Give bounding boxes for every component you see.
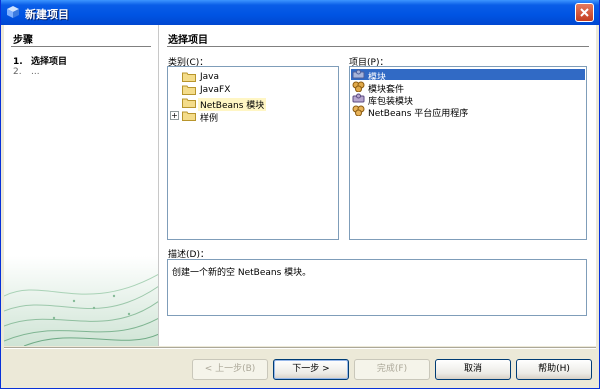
step-number: 2.: [13, 67, 22, 77]
page-title: 选择项目: [168, 35, 208, 46]
folder-icon: [182, 98, 196, 108]
cancel-button[interactable]: 取消: [435, 359, 511, 380]
steps-divider: [11, 46, 151, 47]
dialog-content: 步骤 1. 选择项目 2.... 选择项目 类别(C)： Java JavaFX…: [4, 25, 596, 346]
back-button[interactable]: < 上一步(B): [192, 359, 268, 380]
decorative-wave-art: [4, 256, 158, 346]
tree-node-label: JavaFX: [200, 85, 231, 95]
new-project-dialog: 新建项目 步骤 1. 选择项目 2.... 选择项目 类别(C)： Java J…: [0, 0, 600, 389]
close-icon: [580, 8, 589, 17]
list-item-platform-app[interactable]: NetBeans 平台应用程序: [350, 105, 586, 119]
next-button[interactable]: 下一步 >: [273, 359, 349, 380]
tree-node-javafx[interactable]: JavaFX: [168, 84, 338, 96]
categories-tree[interactable]: Java JavaFX NetBeans 模块 + 样例: [167, 66, 339, 240]
folder-icon: [182, 111, 196, 121]
description-box[interactable]: 创建一个新的空 NetBeans 模块。: [167, 259, 587, 316]
expand-plus-icon[interactable]: +: [170, 111, 179, 120]
list-item-module-suite[interactable]: 模块套件: [350, 81, 586, 95]
list-item-label: NetBeans 平台应用程序: [368, 109, 469, 119]
folder-icon: [182, 85, 196, 95]
title-bar[interactable]: 新建项目: [1, 0, 599, 25]
step-item: 2....: [13, 67, 40, 77]
footer-divider: [4, 347, 596, 349]
step-item: 1. 选择项目: [13, 54, 67, 67]
step-label: ...: [31, 67, 40, 77]
tree-node-netbeans-modules[interactable]: NetBeans 模块: [168, 97, 338, 111]
steps-heading: 步骤: [13, 35, 33, 46]
tree-node-java[interactable]: Java: [168, 71, 338, 83]
library-module-icon: [352, 93, 365, 103]
platform-app-icon: [352, 105, 365, 116]
tree-node-label: 样例: [200, 114, 219, 124]
step-number: 1.: [13, 57, 23, 67]
step-label: 选择项目: [31, 57, 68, 67]
close-button[interactable]: [575, 3, 594, 22]
tree-node-label: Java: [200, 72, 220, 82]
puzzle-piece-icon: [352, 69, 365, 79]
help-button[interactable]: 帮助(H): [516, 359, 592, 380]
list-item-library-wrapper[interactable]: 库包装模块: [350, 93, 586, 107]
main-panel: 选择项目 类别(C)： Java JavaFX NetBeans 模块 + 样例…: [164, 25, 596, 346]
tree-node-samples[interactable]: + 样例: [168, 110, 338, 124]
window-title: 新建项目: [25, 8, 69, 21]
projects-list[interactable]: 模块 模块套件 库包装模块 NetBeans 平台应用程序: [349, 66, 587, 240]
folder-icon: [182, 72, 196, 82]
finish-button[interactable]: 完成(F): [354, 359, 430, 380]
steps-panel: 步骤 1. 选择项目 2....: [4, 25, 159, 346]
netbeans-cube-icon: [7, 6, 19, 18]
list-item-module[interactable]: 模块: [350, 69, 586, 83]
puzzle-cluster-icon: [352, 81, 365, 92]
description-text: 创建一个新的空 NetBeans 模块。: [172, 268, 312, 278]
title-divider: [167, 46, 589, 47]
